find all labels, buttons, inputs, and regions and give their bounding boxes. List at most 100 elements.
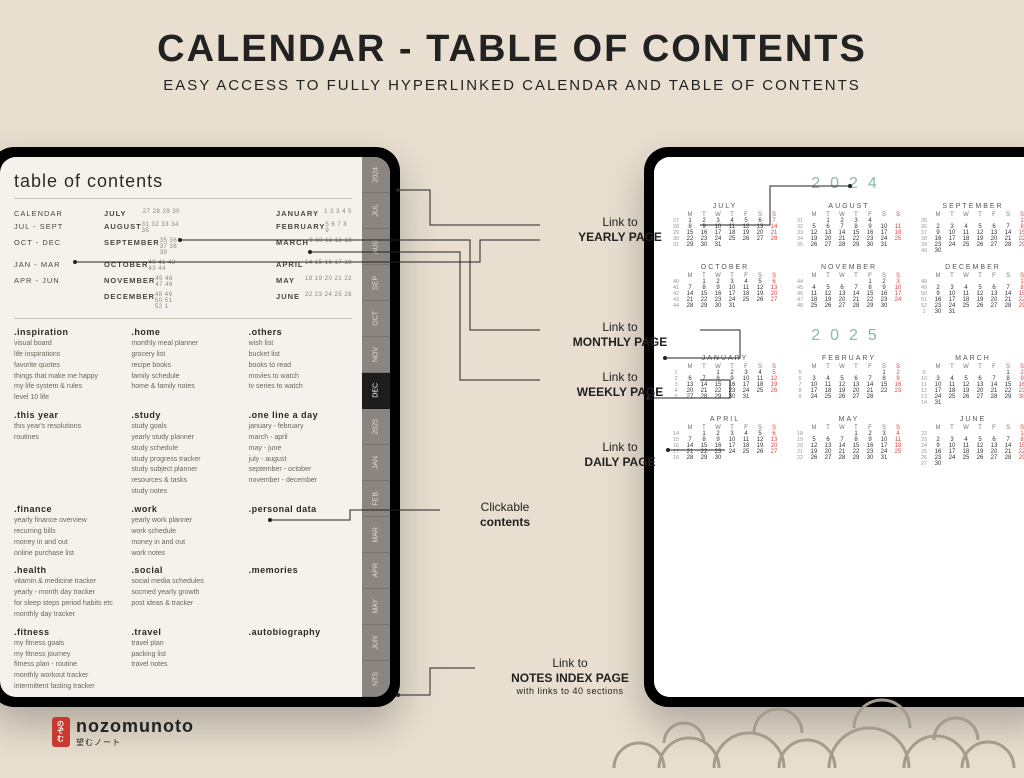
day-cell[interactable]: 26 [808, 455, 820, 461]
month-june[interactable]: JUNEMTWTFSS22123234567824910111213141525… [918, 416, 1024, 467]
toc-month-link[interactable]: OCTOBER [104, 260, 148, 272]
day-cell[interactable]: 28 [836, 455, 848, 461]
day-cell[interactable] [988, 461, 1000, 467]
day-cell[interactable]: 30 [864, 242, 876, 248]
toc-week-numbers[interactable]: 48 49 50 51 52 1 [155, 292, 180, 310]
toc-item[interactable]: may - june [249, 444, 352, 455]
day-cell[interactable]: 28 [864, 394, 876, 400]
day-cell[interactable]: 28 [684, 303, 696, 309]
toc-item[interactable]: post ideas & tracker [131, 599, 234, 610]
toc-week-numbers[interactable]: 9 10 11 12 13 [309, 238, 352, 256]
toc-section-title[interactable]: .autobiography [249, 627, 352, 637]
toc-week-numbers[interactable]: 5 6 7 8 9 [325, 222, 352, 234]
day-cell[interactable] [754, 303, 766, 309]
month-september[interactable]: SEPTEMBERMTWTFSS351362345678379101112131… [918, 203, 1024, 254]
toc-item[interactable]: socmed yearly growth [131, 588, 234, 599]
toc-quicknav[interactable]: JUL - SEPT [14, 222, 94, 234]
toc-item[interactable]: home & family notes [131, 382, 234, 393]
week-number[interactable]: 1 [918, 309, 930, 315]
day-cell[interactable] [1002, 309, 1014, 315]
day-cell[interactable]: 26 [808, 242, 820, 248]
day-cell[interactable] [946, 248, 958, 254]
day-cell[interactable] [960, 309, 972, 315]
toc-item[interactable]: resources & tasks [131, 476, 234, 487]
toc-quicknav[interactable]: OCT - DEC [14, 238, 94, 256]
side-tab-2024[interactable]: 2024 [362, 157, 390, 193]
toc-week-numbers[interactable]: 45 46 47 48 [155, 276, 180, 288]
day-cell[interactable] [960, 248, 972, 254]
side-tab-jul[interactable]: JUL [362, 193, 390, 229]
toc-section-title[interactable]: .inspiration [14, 327, 117, 337]
toc-item[interactable]: monthly workout tracker [14, 671, 117, 682]
day-cell[interactable] [1002, 461, 1014, 467]
toc-item[interactable]: routines [14, 433, 117, 444]
toc-item[interactable]: online purchase list [14, 549, 117, 560]
side-tab-dec[interactable]: DEC [362, 373, 390, 409]
side-tab-sep[interactable]: SEP [362, 265, 390, 301]
toc-month-link[interactable]: JUNE [276, 292, 300, 310]
day-cell[interactable] [768, 303, 780, 309]
toc-month-link[interactable]: APRIL [276, 260, 304, 272]
toc-item[interactable]: vitamin & medicine tracker [14, 577, 117, 588]
toc-item[interactable]: study goals [131, 422, 234, 433]
day-cell[interactable]: 30 [712, 455, 724, 461]
day-cell[interactable] [974, 461, 986, 467]
day-cell[interactable]: 30 [932, 309, 944, 315]
toc-month-link[interactable]: DECEMBER [104, 292, 155, 310]
day-cell[interactable]: 27 [850, 394, 862, 400]
toc-item[interactable]: study subject planner [131, 465, 234, 476]
day-cell[interactable] [1016, 248, 1024, 254]
toc-item[interactable]: for sleep steps period habits etc [14, 599, 117, 610]
day-cell[interactable] [988, 309, 1000, 315]
toc-section-title[interactable]: .study [131, 410, 234, 420]
side-tab-mar[interactable]: MAR [362, 517, 390, 553]
day-cell[interactable]: 31 [712, 242, 724, 248]
day-cell[interactable]: 27 [822, 242, 834, 248]
day-cell[interactable]: 29 [698, 303, 710, 309]
toc-item[interactable]: march - april [249, 433, 352, 444]
toc-week-numbers[interactable]: 35 36 37 38 39 [160, 238, 180, 256]
toc-week-numbers[interactable]: 27 28 29 30 [143, 209, 180, 218]
toc-quicknav[interactable]: JAN - MAR [14, 260, 94, 272]
toc-item[interactable]: yearly study planner [131, 433, 234, 444]
week-number[interactable]: 9 [794, 394, 806, 400]
toc-item[interactable]: work schedule [131, 527, 234, 538]
month-august[interactable]: AUGUSTMTWTFSS311234325678910113312131415… [794, 203, 904, 254]
toc-section-title[interactable]: .home [131, 327, 234, 337]
toc-month-link[interactable]: MARCH [276, 238, 309, 256]
toc-month-link[interactable]: AUGUST [104, 222, 142, 234]
toc-quicknav[interactable]: APR - JUN [14, 276, 94, 288]
toc-section-title[interactable]: .this year [14, 410, 117, 420]
toc-month-link[interactable]: MAY [276, 276, 295, 288]
day-cell[interactable] [878, 394, 890, 400]
day-cell[interactable] [1002, 400, 1014, 406]
toc-item[interactable]: study progress tracker [131, 455, 234, 466]
month-november[interactable]: NOVEMBERMTWTFSS4412345456789104611121314… [794, 264, 904, 315]
toc-item[interactable]: money in and out [14, 538, 117, 549]
toc-section-title[interactable]: .travel [131, 627, 234, 637]
toc-item[interactable]: life inspirations [14, 350, 117, 361]
toc-section-title[interactable]: .memories [249, 565, 352, 575]
toc-section-title[interactable]: .finance [14, 504, 117, 514]
day-cell[interactable] [946, 461, 958, 467]
toc-section-title[interactable]: .one line a day [249, 410, 352, 420]
week-number[interactable]: 14 [918, 400, 930, 406]
side-tab-may[interactable]: MAY [362, 589, 390, 625]
toc-item[interactable]: recipe books [131, 361, 234, 372]
toc-section-title[interactable]: .health [14, 565, 117, 575]
toc-item[interactable]: study schedule [131, 444, 234, 455]
day-cell[interactable] [768, 394, 780, 400]
toc-item[interactable]: september - october [249, 465, 352, 476]
day-cell[interactable] [974, 248, 986, 254]
day-cell[interactable]: 27 [836, 303, 848, 309]
toc-item[interactable]: yearly finance overview [14, 516, 117, 527]
side-tab-2025[interactable]: 2025 [362, 409, 390, 445]
day-cell[interactable] [740, 242, 752, 248]
month-december[interactable]: DECEMBERMTWTFSS4814923456785091011121314… [918, 264, 1024, 315]
year-label-2[interactable]: 2025 [670, 327, 1024, 345]
toc-item[interactable]: monthly day tracker [14, 610, 117, 621]
day-cell[interactable]: 30 [932, 248, 944, 254]
toc-section-title[interactable]: .personal data [249, 504, 352, 514]
toc-week-numbers[interactable]: 18 19 20 21 22 [305, 276, 352, 288]
day-cell[interactable] [768, 242, 780, 248]
